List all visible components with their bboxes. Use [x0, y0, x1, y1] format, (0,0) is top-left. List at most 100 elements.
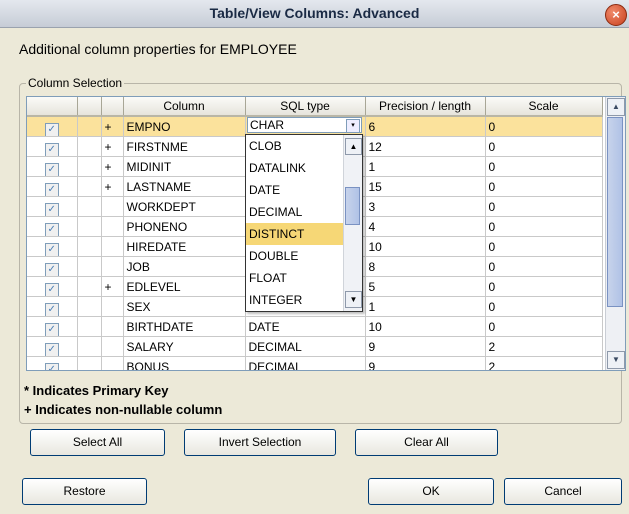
ok-button[interactable]: OK	[368, 478, 494, 505]
restore-button[interactable]: Restore	[22, 478, 147, 505]
column-name-cell: HIREDATE	[123, 236, 246, 257]
checkbox-check-icon[interactable]: ✓	[44, 302, 59, 316]
precision-cell[interactable]: 9	[365, 336, 486, 357]
include-checkbox[interactable]: ✓	[27, 276, 78, 297]
scale-cell[interactable]: 0	[485, 156, 603, 177]
nonnull-marker: +	[101, 116, 124, 137]
checkbox-check-icon[interactable]: ✓	[44, 342, 59, 356]
table-row[interactable]: ✓ SALARY DECIMAL 9 2	[27, 336, 603, 357]
include-checkbox[interactable]: ✓	[27, 196, 78, 217]
scale-cell[interactable]: 0	[485, 216, 603, 237]
cancel-button[interactable]: Cancel	[504, 478, 622, 505]
include-checkbox[interactable]: ✓	[27, 236, 78, 257]
clear-all-button[interactable]: Clear All	[355, 429, 498, 456]
nonnull-marker	[101, 316, 124, 337]
checkbox-check-icon[interactable]: ✓	[44, 122, 59, 136]
header-sql-type[interactable]: SQL type	[245, 97, 366, 117]
dropdown-scrollbar[interactable]: ▲ ▼	[343, 135, 362, 311]
header-check	[27, 97, 78, 117]
dropdown-scroll-up-icon[interactable]: ▲	[345, 138, 362, 155]
scale-cell[interactable]: 0	[485, 136, 603, 157]
column-name-cell: LASTNAME	[123, 176, 246, 197]
scale-cell[interactable]: 0	[485, 256, 603, 277]
dropdown-scroll-thumb[interactable]	[345, 187, 360, 225]
precision-cell[interactable]: 6	[365, 116, 486, 137]
sql-type-cell[interactable]: DECIMAL	[245, 356, 366, 370]
include-checkbox[interactable]: ✓	[27, 176, 78, 197]
include-checkbox[interactable]: ✓	[27, 296, 78, 317]
table-row[interactable]: ✓ BONUS DECIMAL 9 2	[27, 356, 603, 370]
column-name-cell: PHONENO	[123, 216, 246, 237]
precision-cell[interactable]: 10	[365, 316, 486, 337]
scale-cell[interactable]: 0	[485, 196, 603, 217]
precision-cell[interactable]: 8	[365, 256, 486, 277]
scale-cell[interactable]: 2	[485, 356, 603, 370]
nonnull-marker: +	[101, 156, 124, 177]
checkbox-check-icon[interactable]: ✓	[44, 242, 59, 256]
precision-cell[interactable]: 12	[365, 136, 486, 157]
precision-cell[interactable]: 4	[365, 216, 486, 237]
header-scale[interactable]: Scale	[485, 97, 603, 117]
precision-cell[interactable]: 3	[365, 196, 486, 217]
column-name-cell: SALARY	[123, 336, 246, 357]
nonnull-marker: +	[101, 136, 124, 157]
checkbox-check-icon[interactable]: ✓	[44, 162, 59, 176]
scale-cell[interactable]: 0	[485, 276, 603, 297]
nonnull-marker	[101, 236, 124, 257]
include-checkbox[interactable]: ✓	[27, 316, 78, 337]
sql-type-current: CHAR	[250, 118, 285, 132]
scale-cell[interactable]: 0	[485, 116, 603, 137]
precision-cell[interactable]: 9	[365, 356, 486, 370]
column-name-cell: EDLEVEL	[123, 276, 246, 297]
dropdown-arrow-icon[interactable]: ▾	[346, 119, 360, 133]
sql-type-cell[interactable]: DATE	[245, 316, 366, 337]
primary-key-cell	[77, 336, 102, 357]
title-bar: Table/View Columns: Advanced ×	[0, 0, 629, 28]
include-checkbox[interactable]: ✓	[27, 256, 78, 277]
include-checkbox[interactable]: ✓	[27, 156, 78, 177]
primary-key-cell	[77, 216, 102, 237]
include-checkbox[interactable]: ✓	[27, 136, 78, 157]
scroll-up-icon[interactable]: ▲	[607, 98, 625, 116]
checkbox-check-icon[interactable]: ✓	[44, 202, 59, 216]
scale-cell[interactable]: 0	[485, 236, 603, 257]
include-checkbox[interactable]: ✓	[27, 216, 78, 237]
sql-type-cell[interactable]: DECIMAL	[245, 336, 366, 357]
scroll-down-icon[interactable]: ▼	[607, 351, 625, 369]
precision-cell[interactable]: 5	[365, 276, 486, 297]
precision-cell[interactable]: 10	[365, 236, 486, 257]
nonnull-marker	[101, 256, 124, 277]
include-checkbox[interactable]: ✓	[27, 336, 78, 357]
checkbox-check-icon[interactable]: ✓	[44, 322, 59, 336]
checkbox-check-icon[interactable]: ✓	[44, 182, 59, 196]
header-precision[interactable]: Precision / length	[365, 97, 486, 117]
primary-key-cell	[77, 176, 102, 197]
precision-cell[interactable]: 1	[365, 156, 486, 177]
primary-key-cell	[77, 256, 102, 277]
primary-key-cell	[77, 196, 102, 217]
precision-cell[interactable]: 15	[365, 176, 486, 197]
table-scrollbar[interactable]: ▲ ▼	[605, 97, 625, 370]
scale-cell[interactable]: 0	[485, 296, 603, 317]
dialog-heading: Additional column properties for EMPLOYE…	[19, 41, 297, 57]
scale-cell[interactable]: 0	[485, 316, 603, 337]
checkbox-check-icon[interactable]: ✓	[44, 262, 59, 276]
sql-type-select[interactable]: CHAR ▾	[247, 117, 362, 133]
include-checkbox[interactable]: ✓	[27, 356, 78, 370]
table-row[interactable]: ✓ BIRTHDATE DATE 10 0	[27, 316, 603, 337]
primary-key-cell	[77, 356, 102, 370]
scroll-thumb[interactable]	[607, 117, 623, 307]
scale-cell[interactable]: 0	[485, 176, 603, 197]
precision-cell[interactable]: 1	[365, 296, 486, 317]
select-all-button[interactable]: Select All	[30, 429, 165, 456]
close-icon[interactable]: ×	[605, 4, 627, 26]
include-checkbox[interactable]: ✓	[27, 116, 78, 137]
scale-cell[interactable]: 2	[485, 336, 603, 357]
dropdown-scroll-down-icon[interactable]: ▼	[345, 291, 362, 308]
checkbox-check-icon[interactable]: ✓	[44, 362, 59, 370]
header-column[interactable]: Column	[123, 97, 246, 117]
invert-selection-button[interactable]: Invert Selection	[184, 429, 336, 456]
checkbox-check-icon[interactable]: ✓	[44, 222, 59, 236]
checkbox-check-icon[interactable]: ✓	[44, 142, 59, 156]
checkbox-check-icon[interactable]: ✓	[44, 282, 59, 296]
